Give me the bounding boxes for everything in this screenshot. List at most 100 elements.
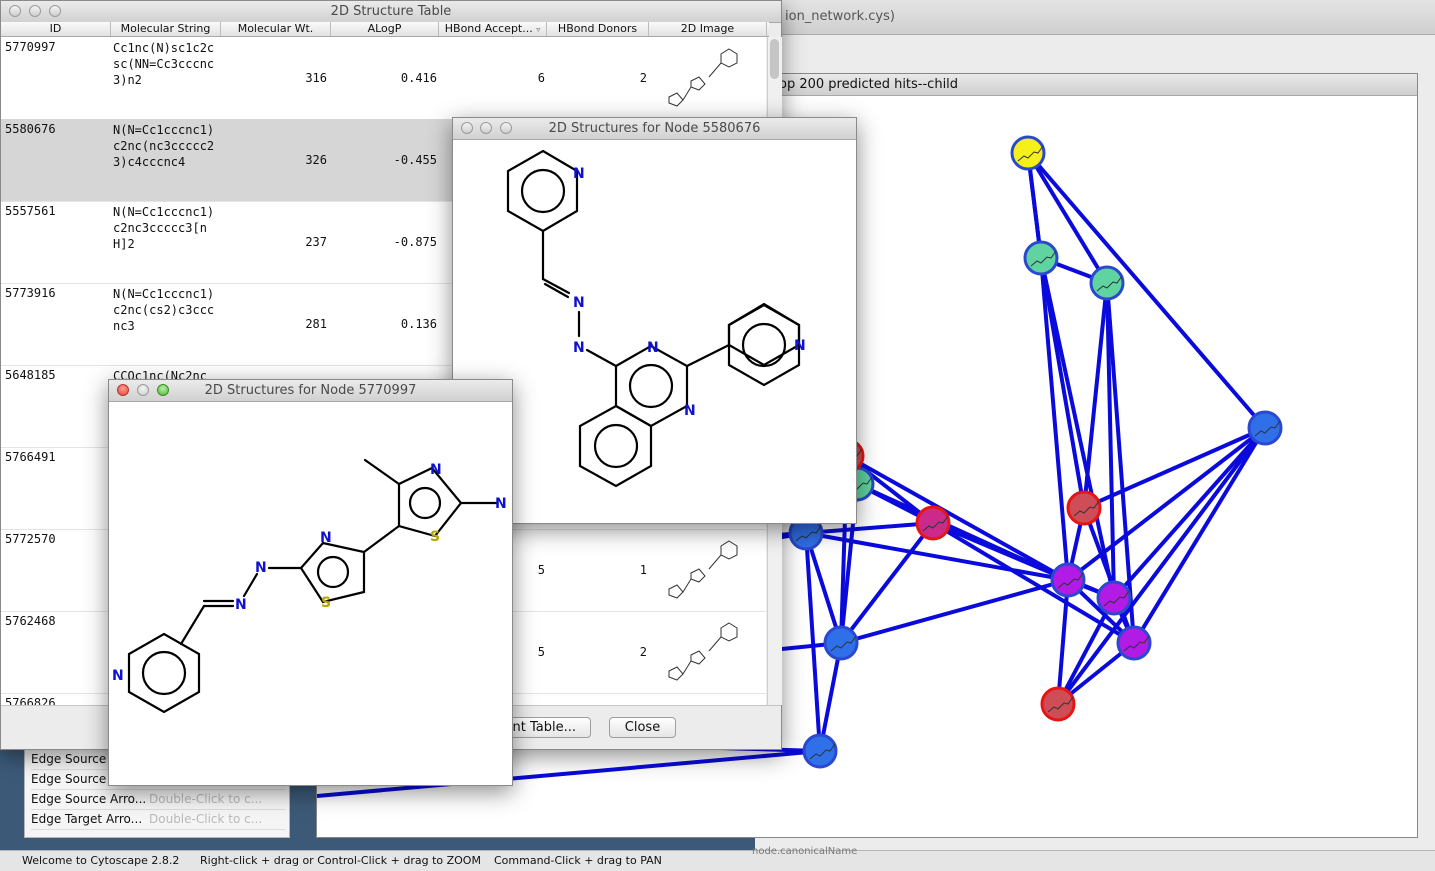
mapping-row-label: Edge Source — [31, 772, 107, 786]
network-node[interactable] — [1040, 686, 1076, 722]
molecule-structure-5580676: N N N N N N — [506, 149, 806, 488]
network-node[interactable] — [915, 505, 951, 541]
zoom-window-icon[interactable] — [157, 384, 169, 396]
atom-label: N — [573, 340, 585, 356]
network-edge[interactable] — [856, 482, 1069, 582]
main-window-title: ion_network.cys) — [785, 9, 895, 24]
structure-window-title: 2D Structures for Node 5770997 — [204, 383, 417, 398]
mapping-row[interactable]: Edge Target Arro... Double-Click to c... — [31, 810, 285, 830]
mapping-row-label: Edge Target Arro... — [31, 812, 143, 826]
network-node[interactable] — [1116, 625, 1152, 661]
structure-thumbnail-icon — [668, 540, 738, 599]
close-button[interactable]: Close — [609, 717, 676, 738]
cell-id: 5762468 — [5, 614, 56, 628]
structure-thumbnail-icon — [668, 622, 738, 681]
column-header-alogp[interactable]: ALogP — [331, 22, 439, 36]
network-edge[interactable] — [840, 578, 1069, 645]
scrollbar-thumb[interactable] — [770, 39, 779, 79]
minimize-window-icon[interactable] — [29, 5, 41, 17]
zoom-window-icon[interactable] — [49, 5, 61, 17]
mapping-row-hint: Double-Click to c... — [149, 812, 263, 826]
table-header: ID Molecular String Molecular Wt. ALogP … — [1, 22, 769, 37]
network-edge[interactable] — [1132, 426, 1267, 645]
minimize-window-icon[interactable] — [480, 122, 492, 134]
cell-2d-image-thumbnail — [661, 529, 761, 611]
atom-label: N — [647, 340, 659, 356]
network-edge[interactable] — [1112, 426, 1267, 600]
mapping-row-label: Edge Source — [31, 752, 107, 766]
atom-label: N — [573, 166, 585, 182]
main-window-titlebar: ion_network.cys) — [755, 0, 1435, 35]
atom-label: N — [794, 338, 806, 354]
cell-2d-image-thumbnail — [661, 611, 761, 693]
network-edge[interactable] — [931, 521, 1136, 645]
cell-2d-image-thumbnail — [661, 693, 761, 705]
cell-2d-image-thumbnail — [661, 37, 761, 119]
status-welcome: Welcome to Cytoscape 2.8.2 — [22, 854, 180, 867]
cell-molecular-string: N(N=Cc1cccnc1)c2nc(cs2)c3cccnc3 — [113, 287, 215, 333]
atom-label: N — [684, 403, 696, 419]
network-node[interactable] — [1096, 580, 1132, 616]
cell-id: 5772570 — [5, 532, 56, 546]
network-node[interactable] — [1010, 135, 1046, 171]
column-header-label: HBond Accept... — [444, 22, 533, 35]
close-window-icon[interactable] — [461, 122, 473, 134]
cell-id: 5770997 — [5, 40, 56, 54]
atom-label: S — [321, 595, 331, 611]
network-node[interactable] — [823, 625, 859, 661]
cell-molecular-string: Cc1nc(N)sc1c2csc(NN=Cc3cccnc3)n2 — [113, 41, 215, 87]
network-node[interactable] — [1023, 240, 1059, 276]
structure-window-titlebar: 2D Structures for Node 5770997 — [109, 380, 512, 402]
structure-drawing-area: N N N N N N — [453, 140, 856, 523]
cell-id: 5773916 — [5, 286, 56, 300]
structure-thumbnail-icon — [668, 48, 738, 107]
cell-id: 5766826 — [5, 696, 56, 705]
table-window-title: 2D Structure Table — [330, 4, 452, 19]
atom-label: N — [235, 597, 247, 613]
column-header-id[interactable]: ID — [1, 22, 111, 36]
atom-label: N — [430, 462, 442, 478]
network-node[interactable] — [1247, 410, 1283, 446]
structure-drawing-area: N N N N S N S N — [109, 402, 512, 785]
network-edge[interactable] — [1082, 282, 1109, 509]
network-edge[interactable] — [805, 521, 934, 535]
atom-label: N — [320, 530, 332, 546]
table-window-titlebar: 2D Structure Table — [1, 1, 781, 23]
cell-id: 5648185 — [5, 368, 56, 382]
structure-window-titlebar: 2D Structures for Node 5580676 — [453, 118, 856, 140]
mapping-row-label: Edge Source Arro... — [31, 792, 147, 806]
network-edge[interactable] — [1039, 257, 1070, 581]
network-node[interactable] — [1050, 562, 1086, 598]
status-right-text: node.canonicalName — [752, 846, 858, 857]
molecule-structure-5770997: N N N N S N S N — [112, 458, 507, 714]
atom-label: N — [112, 668, 124, 684]
cell-id: 5766491 — [5, 450, 56, 464]
atom-label: S — [430, 529, 440, 545]
column-header-molecular-weight[interactable]: Molecular Wt. — [221, 22, 331, 36]
network-node[interactable] — [802, 733, 838, 769]
status-bar: Welcome to Cytoscape 2.8.2 Right-click +… — [0, 846, 1435, 871]
cell-molecular-string: N(N=Cc1cccnc1)c2nc3ccccc3[nH]2 — [113, 205, 215, 251]
zoom-window-icon[interactable] — [500, 122, 512, 134]
minimize-window-icon[interactable] — [137, 384, 149, 396]
mapping-row-hint: Double-Click to c... — [149, 792, 263, 806]
mapping-row[interactable]: Edge Source Arro... Double-Click to c... — [31, 790, 285, 810]
column-header-2d-image[interactable]: 2D Image — [649, 22, 767, 36]
network-node[interactable] — [1066, 490, 1102, 526]
atom-label: N — [495, 496, 507, 512]
table-row[interactable]: 5770997 Cc1nc(N)sc1c2csc(NN=Cc3cccnc3)n2 3… — [1, 37, 766, 120]
cell-id: 5557561 — [5, 204, 56, 218]
network-node[interactable] — [1089, 265, 1125, 301]
column-header-hbond-acceptors[interactable]: HBond Accept... ▿ — [439, 22, 547, 36]
atom-label: N — [255, 560, 267, 576]
node-structure-window-5770997: 2D Structures for Node 5770997 N N N N S… — [108, 379, 513, 786]
cell-id: 5580676 — [5, 122, 56, 136]
atom-label: N — [573, 295, 585, 311]
network-view-title: op 200 predicted hits--child — [779, 77, 959, 92]
structure-window-title: 2D Structures for Node 5580676 — [548, 121, 761, 136]
sort-descending-icon: ▿ — [536, 25, 541, 34]
close-window-icon[interactable] — [9, 5, 21, 17]
column-header-molecular-string[interactable]: Molecular String — [111, 22, 221, 36]
close-window-icon[interactable] — [117, 384, 129, 396]
column-header-hbond-donors[interactable]: HBond Donors — [547, 22, 649, 36]
